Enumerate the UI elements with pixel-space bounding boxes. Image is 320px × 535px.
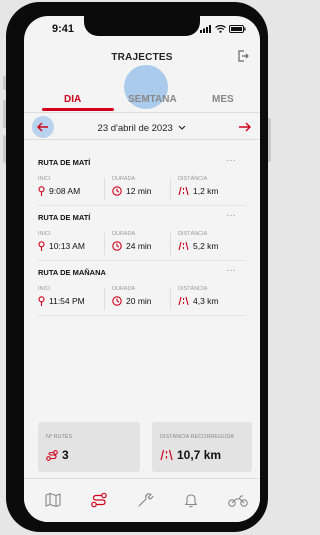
nav-map[interactable]	[44, 491, 62, 509]
total-distance-label: DISTÀNCIA RECORREGUDA	[160, 434, 234, 440]
distance-value: 4,3 km	[193, 296, 219, 306]
distance-label: DISTÀNCIA	[178, 231, 208, 237]
tab-day[interactable]: DIA	[64, 94, 81, 105]
start-label: INICI	[38, 231, 51, 237]
active-tab-indicator	[42, 108, 114, 111]
battery-icon	[229, 25, 246, 33]
more-options-button[interactable]: ···	[226, 155, 236, 166]
route-divider	[38, 205, 246, 206]
wifi-icon	[215, 25, 226, 33]
distance-label: DISTÀNCIA	[178, 176, 208, 182]
total-distance-card: DISTÀNCIA RECORREGUDA 10,7 km	[152, 422, 252, 472]
arrow-right-icon	[239, 122, 251, 132]
start-label: INICI	[38, 286, 51, 292]
route-card[interactable]: RUTA DE MAÑANA ··· INICI 11:54 PM DURADA 2…	[38, 265, 250, 312]
route-divider	[38, 315, 246, 316]
start-time: 11:54 PM	[49, 296, 85, 306]
chevron-down-icon	[179, 125, 186, 130]
pin-icon	[38, 186, 45, 196]
duration-label: DURADA	[112, 176, 136, 182]
motorbike-icon	[228, 495, 248, 507]
more-options-button[interactable]: ···	[226, 210, 236, 221]
page-title: TRAJECTES	[111, 52, 173, 63]
start-label: INICI	[38, 176, 51, 182]
route-divider	[38, 260, 246, 261]
more-options-button[interactable]: ···	[226, 265, 236, 276]
road-icon	[178, 296, 189, 306]
tab-month[interactable]: MES	[212, 94, 234, 105]
road-icon	[160, 449, 173, 461]
wrench-icon	[138, 493, 154, 507]
duration-label: DURADA	[112, 286, 136, 292]
distance-value: 1,2 km	[193, 186, 219, 196]
pin-icon	[38, 241, 45, 251]
route-icon	[46, 449, 58, 461]
route-card[interactable]: RUTA DE MATÍ ··· INICI 10:13 AM DURADA 24 …	[38, 210, 250, 257]
distance-label: DISTÀNCIA	[178, 286, 208, 292]
route-name: RUTA DE MATÍ	[38, 213, 91, 222]
logout-icon	[238, 50, 249, 62]
clock-icon	[112, 186, 122, 196]
nav-vehicle[interactable]	[228, 491, 248, 509]
pin-icon	[38, 296, 45, 306]
distance-value: 5,2 km	[193, 241, 219, 251]
status-icons	[200, 25, 246, 33]
period-tabs: DIA SEMTANA MES	[24, 86, 260, 113]
routes-count-card: Nº RUTES 3	[38, 422, 140, 472]
road-icon	[178, 186, 189, 196]
duration-value: 20 min	[126, 296, 152, 306]
map-icon	[45, 492, 61, 508]
clock-icon	[112, 296, 122, 306]
road-icon	[178, 241, 189, 251]
route-name: RUTA DE MATÍ	[38, 158, 91, 167]
date-selector: 23 d'abril de 2023	[24, 115, 260, 140]
start-time: 9:08 AM	[49, 186, 81, 196]
bell-icon	[184, 494, 198, 508]
current-date: 23 d'abril de 2023	[97, 123, 173, 134]
nav-notifications[interactable]	[182, 491, 200, 509]
nav-service[interactable]	[136, 491, 154, 509]
date-dropdown[interactable]: 23 d'abril de 2023	[24, 123, 260, 134]
route-icon	[91, 492, 107, 508]
status-bar: 9:41	[24, 16, 260, 42]
duration-value: 12 min	[126, 186, 152, 196]
routes-count-value: 3	[62, 448, 69, 462]
next-date-button[interactable]	[234, 116, 256, 138]
bottom-navigation	[24, 478, 260, 522]
status-time: 9:41	[52, 23, 75, 35]
tab-week[interactable]: SEMTANA	[128, 94, 177, 105]
route-card[interactable]: RUTA DE MATÍ ··· INICI 9:08 AM DURADA 12 m…	[38, 155, 250, 202]
signal-icon	[200, 25, 211, 33]
clock-icon	[112, 241, 122, 251]
logout-button[interactable]	[236, 49, 250, 68]
duration-value: 24 min	[126, 241, 152, 251]
app-screen: 9:41 TRAJECTES DIA SEMTANA MES 23 d'abri…	[24, 16, 260, 522]
total-distance-value: 10,7 km	[177, 448, 222, 462]
duration-label: DURADA	[112, 231, 136, 237]
routes-count-label: Nº RUTES	[46, 434, 73, 440]
nav-routes[interactable]	[90, 491, 108, 509]
start-time: 10:13 AM	[49, 241, 85, 251]
phone-frame: 9:41 TRAJECTES DIA SEMTANA MES 23 d'abri…	[6, 2, 268, 532]
notch	[84, 16, 200, 36]
route-name: RUTA DE MAÑANA	[38, 268, 106, 277]
